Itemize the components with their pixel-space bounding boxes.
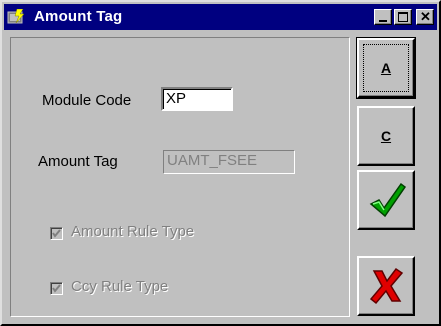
cancel-button[interactable] xyxy=(357,256,415,316)
a-button-label: A xyxy=(380,60,392,76)
ccy-rule-type-checkbox[interactable] xyxy=(50,282,63,295)
c-button-label: C xyxy=(380,128,392,144)
maximize-button[interactable] xyxy=(394,9,412,25)
close-button[interactable]: ✕ xyxy=(416,9,434,25)
window-title: Amount Tag xyxy=(34,8,123,25)
checkmark-icon xyxy=(52,229,61,238)
amount-rule-type-label: Amount Rule Type xyxy=(71,223,195,240)
amount-tag-label: Amount Tag xyxy=(38,153,118,170)
module-code-field[interactable]: XP xyxy=(161,87,233,111)
ok-button[interactable] xyxy=(357,170,415,230)
ccy-rule-type-label: Ccy Rule Type xyxy=(71,278,169,295)
app-icon xyxy=(7,9,25,24)
checkmark-icon xyxy=(52,284,61,293)
title-bar[interactable]: Amount Tag ✕ xyxy=(4,4,437,30)
c-button[interactable]: C xyxy=(357,106,415,166)
green-checkmark-icon xyxy=(369,182,407,218)
close-icon: ✕ xyxy=(420,9,431,24)
minimize-button[interactable] xyxy=(374,9,392,25)
amount-rule-type-checkbox[interactable] xyxy=(50,227,63,240)
amount-tag-window: Amount Tag ✕ Module Code XP Amount Tag U… xyxy=(0,0,441,326)
form-panel xyxy=(10,37,350,317)
a-button[interactable]: A xyxy=(356,37,416,99)
module-code-label: Module Code xyxy=(42,92,132,109)
amount-tag-field[interactable]: UAMT_FSEE xyxy=(163,150,295,174)
red-x-icon xyxy=(369,267,404,305)
